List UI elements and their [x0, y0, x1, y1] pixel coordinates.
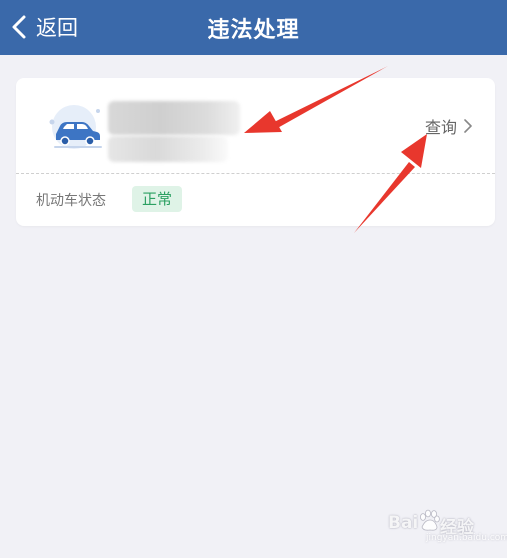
chevron-right-icon: [464, 119, 472, 133]
app-header: 返回 违法处理: [0, 0, 507, 55]
paw-icon: [420, 509, 440, 531]
dashed-divider: [16, 173, 495, 174]
page-title: 违法处理: [207, 18, 300, 43]
baidu-jingyan-watermark: Bai 经验 jingyan.baidu.com: [384, 505, 507, 543]
status-badge: 正常: [132, 186, 182, 212]
owner-info-redacted: [108, 136, 228, 162]
plate-number-redacted: [108, 101, 240, 135]
vehicle-card[interactable]: 查询 机动车状态 正常: [16, 78, 495, 226]
query-label: 查询: [424, 118, 457, 137]
query-button[interactable]: 查询: [425, 114, 473, 138]
watermark-text-left: Bai: [388, 513, 419, 533]
car-icon: [49, 105, 102, 149]
vehicle-status-label: 机动车状态: [36, 193, 106, 209]
watermark-url: jingyan.baidu.com: [426, 533, 507, 543]
